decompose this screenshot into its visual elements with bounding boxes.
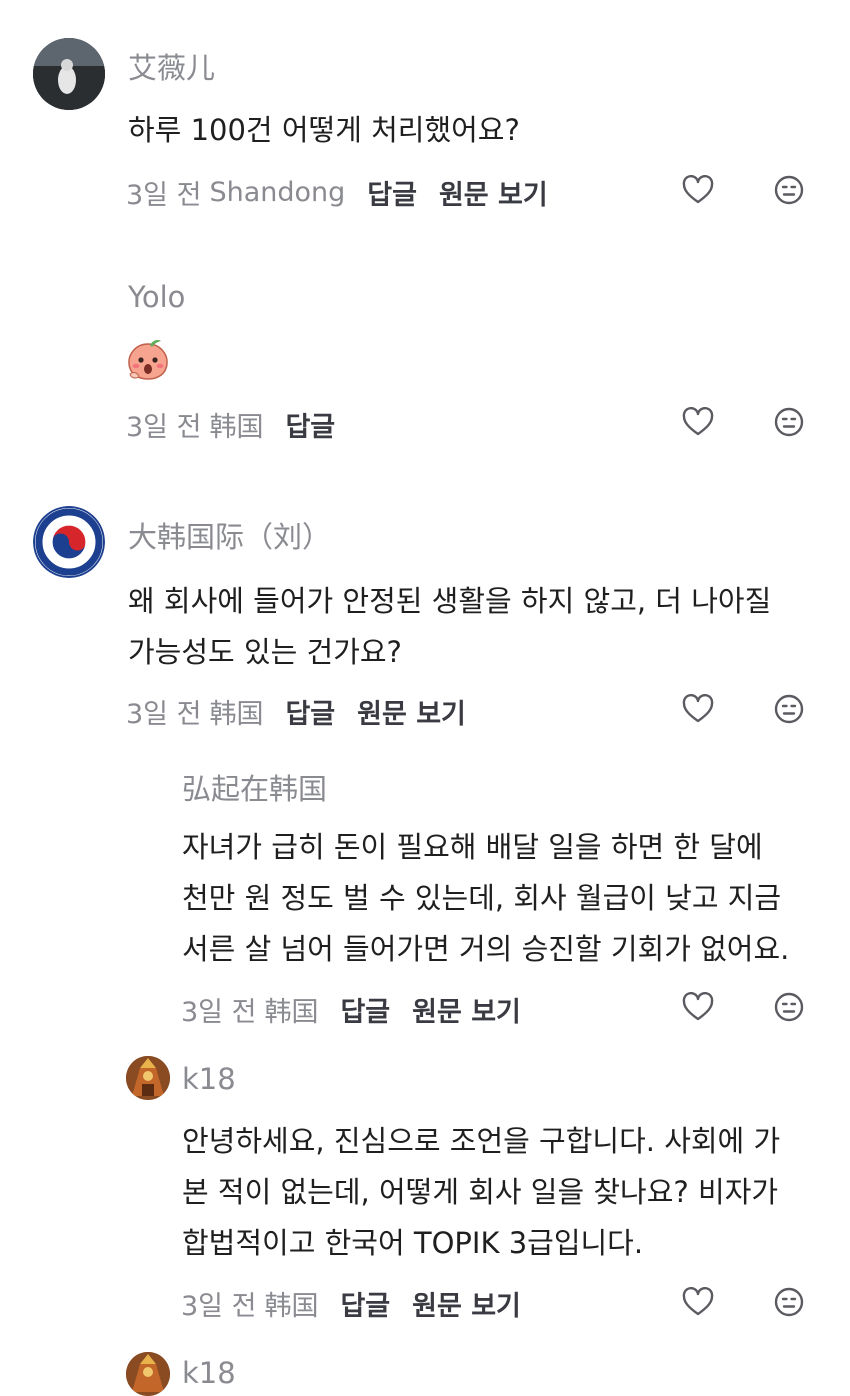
comment-meta: 3일 전 韩国 답글 원문 보기	[181, 990, 521, 1029]
like-button[interactable]	[680, 691, 716, 727]
neutral-face-icon	[774, 175, 804, 205]
view-original-button[interactable]: 원문 보기	[412, 990, 521, 1029]
comment-time: 3일 전	[181, 997, 257, 1028]
peach-face-emoji	[126, 338, 170, 382]
reply-button[interactable]: 답글	[340, 1284, 390, 1323]
comment-text-line: 가능성도 있는 건가요?	[128, 635, 402, 669]
heart-icon	[682, 1287, 714, 1316]
comment-text-line: 하루 100건 어떻게 처리했어요?	[128, 113, 520, 147]
comment-text-line: 자녀가 급히 돈이 필요해 배달 일을 하면 한 달에	[182, 830, 763, 864]
comment-location: Shandong	[209, 177, 346, 208]
dislike-button[interactable]	[771, 691, 807, 727]
avatar[interactable]	[126, 1352, 170, 1396]
neutral-face-icon	[774, 694, 804, 724]
comment-text-line: 왜 회사에 들어가 안정된 생활을 하지 않고, 더 나아질	[128, 584, 772, 618]
avatar[interactable]	[33, 38, 105, 110]
comment-location: 韩国	[209, 699, 264, 730]
dislike-button[interactable]	[771, 172, 807, 208]
heart-icon	[682, 992, 714, 1021]
neutral-face-icon	[774, 1287, 804, 1317]
comment-author[interactable]: k18	[182, 1356, 236, 1390]
like-button[interactable]	[680, 172, 716, 208]
comment-text-line: 서른 살 넘어 들어가면 거의 승진할 기회가 없어요.	[182, 932, 790, 966]
comment-location: 韩国	[209, 412, 264, 443]
comment-text: 안녕하세요, 진심으로 조언을 구합니다. 사회에 가 본 적이 없는데, 어떻…	[182, 1116, 780, 1269]
comment-time: 3일 전	[126, 412, 202, 443]
dislike-button[interactable]	[771, 989, 807, 1025]
comment-meta: 3일 전 韩国 답글	[126, 405, 357, 444]
dislike-button[interactable]	[771, 1284, 807, 1320]
comment-author[interactable]: 大韩国际（刘）	[128, 514, 331, 556]
comment-text: 왜 회사에 들어가 안정된 생활을 하지 않고, 더 나아질 가능성도 있는 건…	[128, 576, 771, 678]
reply-button[interactable]: 답글	[285, 405, 335, 444]
comment-author[interactable]: 艾薇儿	[128, 45, 215, 87]
comment-text-line: 합법적이고 한국어 TOPIK 3급입니다.	[182, 1226, 644, 1260]
comment-text-line: 본 적이 없는데, 어떻게 회사 일을 찾나요? 비자가	[182, 1175, 779, 1209]
dislike-button[interactable]	[771, 404, 807, 440]
comment-text-line: 안녕하세요, 진심으로 조언을 구합니다. 사회에 가	[182, 1124, 781, 1158]
comment-location: 韩国	[264, 1291, 319, 1322]
comment-author[interactable]: Yolo	[128, 280, 185, 314]
like-button[interactable]	[680, 404, 716, 440]
like-button[interactable]	[680, 1284, 716, 1320]
view-original-button[interactable]: 원문 보기	[412, 1284, 521, 1323]
neutral-face-icon	[774, 407, 804, 437]
heart-icon	[682, 407, 714, 436]
comment-text-line: 천만 원 정도 벌 수 있는데, 회사 월급이 낮고 지금	[182, 881, 782, 915]
comment-meta: 3일 전 Shandong 답글 원문 보기	[126, 173, 548, 212]
neutral-face-icon	[774, 992, 804, 1022]
avatar[interactable]	[33, 268, 105, 340]
comment-author[interactable]: k18	[182, 1062, 236, 1096]
comment-meta: 3일 전 韩国 답글 원문 보기	[126, 692, 466, 731]
comment-time: 3일 전	[181, 1291, 257, 1322]
like-button[interactable]	[680, 989, 716, 1025]
comment-time: 3일 전	[126, 180, 202, 211]
reply-button[interactable]: 답글	[340, 990, 390, 1029]
heart-icon	[682, 175, 714, 204]
comment-text: 자녀가 급히 돈이 필요해 배달 일을 하면 한 달에 천만 원 정도 벌 수 …	[182, 822, 789, 975]
comment-text: 하루 100건 어떻게 처리했어요?	[128, 105, 520, 156]
reply-button[interactable]: 답글	[367, 173, 417, 212]
comment-time: 3일 전	[126, 699, 202, 730]
reply-button[interactable]: 답글	[285, 692, 335, 731]
view-original-button[interactable]: 원문 보기	[439, 173, 548, 212]
avatar[interactable]	[33, 506, 105, 578]
comment-author[interactable]: 弘起在韩国	[182, 766, 327, 808]
comment-location: 韩国	[264, 997, 319, 1028]
view-original-button[interactable]: 원문 보기	[357, 692, 466, 731]
heart-icon	[682, 694, 714, 723]
avatar[interactable]	[126, 1056, 170, 1100]
comment-meta: 3일 전 韩国 답글 원문 보기	[181, 1284, 521, 1323]
